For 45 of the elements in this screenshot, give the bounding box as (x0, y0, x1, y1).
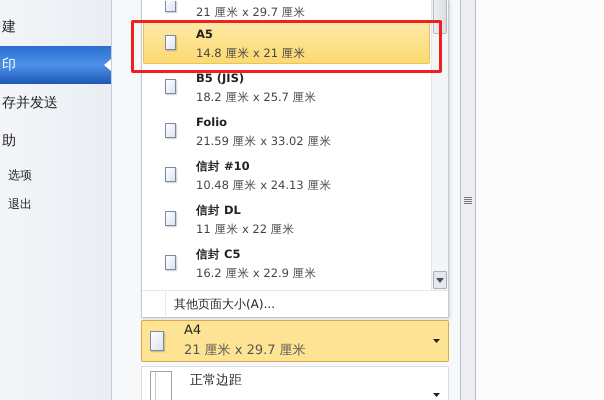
paper-size-dropdown[interactable]: A4 21 厘米 x 29.7 厘米 (141, 320, 449, 362)
paper-size: 10.48 厘米 x 24.13 厘米 (196, 177, 332, 194)
paper-size: 21.59 厘米 x 33.02 厘米 (196, 133, 332, 150)
paper-size: 14.8 厘米 x 21 厘米 (196, 45, 306, 62)
paper-option[interactable]: 信封 C5 16.2 厘米 x 22.9 厘米 (143, 240, 430, 284)
more-sizes-link[interactable]: 其他页面大小(A)... (166, 291, 276, 317)
page-icon (164, 34, 176, 50)
paper-option[interactable]: 信封 #10 10.48 厘米 x 24.13 厘米 (143, 152, 430, 196)
grip-icon (464, 196, 472, 204)
sidebar-item[interactable]: 助 (0, 122, 111, 160)
scroll-down-button[interactable] (433, 271, 447, 289)
page-icon (164, 210, 176, 226)
paper-name: A5 (196, 26, 214, 43)
paper-option[interactable]: 信封 DL 11 厘米 x 22 厘米 (143, 196, 430, 240)
paper-name: 信封 #10 (196, 158, 251, 175)
caret-icon (433, 393, 440, 397)
margins-icon (150, 371, 172, 400)
paper-option[interactable]: 21 厘米 x 29.7 厘米 (143, 0, 430, 20)
paper-size: 11 厘米 x 22 厘米 (196, 221, 295, 238)
paper-option[interactable]: Folio 21.59 厘米 x 33.02 厘米 (143, 108, 430, 152)
paper-name: 信封 DL (196, 202, 242, 219)
page-icon (164, 78, 176, 94)
margins-dropdown[interactable]: 正常边距 (141, 366, 449, 400)
paper-size: 21 厘米 x 29.7 厘米 (196, 4, 306, 20)
page-icon (164, 122, 176, 138)
page-icon (164, 166, 176, 182)
sidebar-item[interactable]: 建 (0, 8, 111, 46)
sidebar-item[interactable]: 退出 (0, 189, 111, 218)
paper-size: 18.2 厘米 x 25.7 厘米 (196, 89, 317, 106)
sidebar-item[interactable]: 选项 (0, 160, 111, 189)
paper-option[interactable]: B5 (JIS) 18.2 厘米 x 25.7 厘米 (143, 64, 430, 108)
caret-icon (433, 339, 440, 343)
page-icon (150, 331, 164, 351)
paper-option[interactable]: A5 14.8 厘米 x 21 厘米 (143, 20, 430, 64)
sidebar-item[interactable]: 存并发送 (0, 84, 111, 122)
margins-name: 正常边距 (189, 372, 243, 390)
paper-name: 信封 C5 (196, 246, 242, 263)
paper-name: B5 (JIS) (196, 70, 246, 87)
paper-size: 21 厘米 x 29.7 厘米 (184, 342, 307, 360)
page-icon (164, 1, 176, 12)
page-icon (164, 254, 176, 270)
paper-name: A4 (184, 322, 202, 340)
paper-name: Folio (196, 114, 228, 131)
down-arrow-icon (436, 278, 444, 282)
paper-size: 16.2 厘米 x 22.9 厘米 (196, 265, 317, 282)
